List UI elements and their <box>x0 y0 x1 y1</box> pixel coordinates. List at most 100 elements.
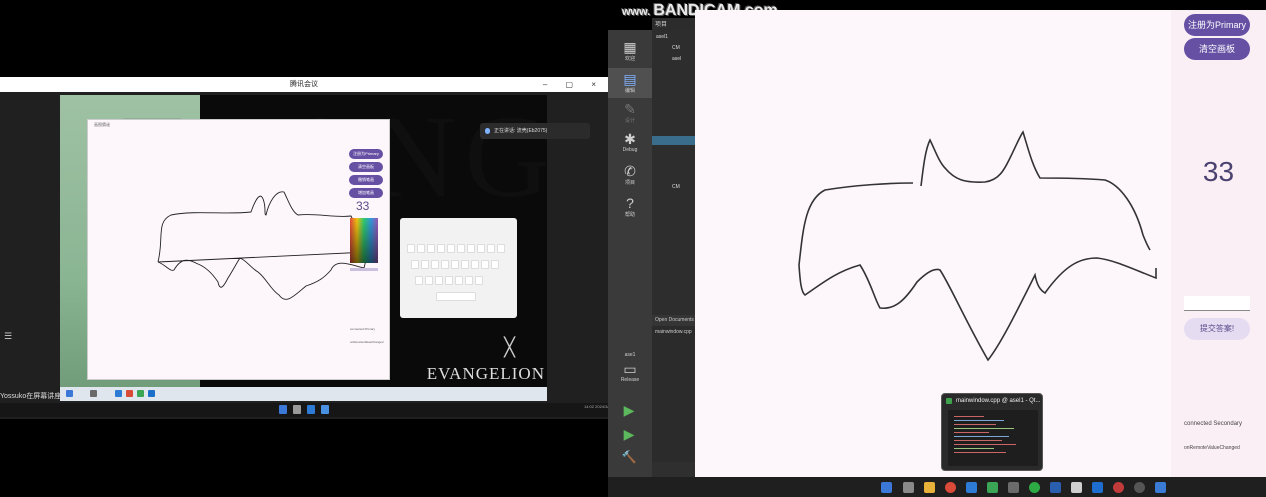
taskview-icon[interactable] <box>293 405 301 414</box>
remote-drawing-canvas[interactable] <box>136 160 376 360</box>
key[interactable] <box>491 260 499 269</box>
register-primary-button[interactable]: 注册为Primary <box>1184 14 1250 36</box>
app-icon[interactable] <box>148 390 155 397</box>
edit-icon: ▤ <box>623 71 637 87</box>
mode-help[interactable]: ? 帮助 <box>608 192 652 222</box>
key[interactable] <box>477 244 485 253</box>
key[interactable] <box>455 276 463 285</box>
key[interactable] <box>407 244 415 253</box>
spacebar-key[interactable] <box>436 292 476 301</box>
key[interactable] <box>457 244 465 253</box>
open-documents-pane: Open Documents mainwindow.cpp <box>652 315 696 463</box>
app-icon[interactable] <box>1008 482 1019 493</box>
app-icon[interactable] <box>1134 482 1145 493</box>
mic-icon <box>485 128 490 134</box>
speaking-notice-text: 正在讲话: 流壳(Eb2075) <box>494 128 548 134</box>
tree-selection <box>652 136 696 145</box>
open-documents-header: Open Documents <box>652 315 696 326</box>
remote-color-palette[interactable] <box>350 218 378 263</box>
key[interactable] <box>431 260 439 269</box>
bat-drawing <box>798 130 1157 362</box>
kit-selector[interactable]: ase1 ▭ Release <box>608 348 652 392</box>
search-icon[interactable] <box>90 390 97 397</box>
key[interactable] <box>497 244 505 253</box>
remote-bat-drawing <box>157 191 369 300</box>
key[interactable] <box>451 260 459 269</box>
key[interactable] <box>425 276 433 285</box>
key[interactable] <box>487 244 495 253</box>
help-icon: ? <box>626 195 634 211</box>
clear-canvas-button[interactable]: 清空画板 <box>1184 38 1250 60</box>
taskview-icon[interactable] <box>903 482 914 493</box>
app-icon[interactable] <box>1071 482 1082 493</box>
tree-item[interactable]: asel1 <box>656 34 668 43</box>
mode-debug[interactable]: ✱ Debug <box>608 128 652 158</box>
debug-run-icon[interactable]: ▶ <box>620 426 638 444</box>
start-icon[interactable] <box>881 482 892 493</box>
key[interactable] <box>475 276 483 285</box>
meeting-icon[interactable] <box>307 405 315 414</box>
wechat-icon[interactable] <box>1029 482 1040 493</box>
tree-item[interactable]: CM <box>672 45 680 54</box>
record-icon[interactable] <box>1113 482 1124 493</box>
design-icon: ✎ <box>624 101 636 117</box>
mode-welcome[interactable]: ▦ 欢迎 <box>608 36 652 66</box>
mode-design[interactable]: ✎ 设计 <box>608 98 652 128</box>
app-icon[interactable] <box>321 405 329 414</box>
key[interactable] <box>421 260 429 269</box>
app-icon[interactable] <box>1092 482 1103 493</box>
remote-status-connection: connected Primary <box>350 327 376 331</box>
mode-edit[interactable]: ▤ 编辑 <box>608 68 652 98</box>
remote-drawing-app[interactable]: 画图猜谜 注册为Primary 清空画板 撤销笔画 增加笔画 33 connec… <box>87 119 390 380</box>
window-controls[interactable]: – ▢ × <box>543 77 604 92</box>
key[interactable] <box>471 260 479 269</box>
mode-projects[interactable]: ✆ 项目 <box>608 160 652 190</box>
edge-icon[interactable] <box>115 390 122 397</box>
menu-icon[interactable]: ☰ <box>4 331 16 343</box>
start-icon[interactable] <box>279 405 287 414</box>
build-icon[interactable]: 🔨 <box>620 450 638 468</box>
taskbar-preview-thumbnail[interactable]: mainwindow.cpp @ asel1 - Qt... <box>941 393 1043 471</box>
submit-answer-button[interactable]: 提交答案! <box>1184 318 1250 340</box>
key[interactable] <box>465 276 473 285</box>
qt-icon[interactable] <box>987 482 998 493</box>
key[interactable] <box>427 244 435 253</box>
key[interactable] <box>415 276 423 285</box>
start-icon[interactable] <box>66 390 73 397</box>
chrome-icon[interactable] <box>945 482 956 493</box>
remote-window-title: 腾讯会议 <box>290 81 318 88</box>
mode-label: 设计 <box>624 118 635 124</box>
key[interactable] <box>461 260 469 269</box>
folder-icon[interactable] <box>924 482 935 493</box>
key[interactable] <box>437 244 445 253</box>
key[interactable] <box>467 244 475 253</box>
key[interactable] <box>445 276 453 285</box>
tree-item[interactable]: asel <box>672 56 681 65</box>
key[interactable] <box>435 276 443 285</box>
app-icon[interactable] <box>1155 482 1166 493</box>
remote-undo-button[interactable]: 撤销笔画 <box>349 175 383 185</box>
key[interactable] <box>441 260 449 269</box>
remote-width-slider[interactable] <box>350 268 378 271</box>
app-icon[interactable] <box>137 390 144 397</box>
app-icon[interactable] <box>1050 482 1061 493</box>
remote-add-button[interactable]: 增加笔画 <box>349 188 383 198</box>
remote-desktop-window: 腾讯会议 – ▢ × EVANGELION ╳ EVANGELION 画图猜谜 … <box>0 77 608 419</box>
speaking-notice: 正在讲话: 流壳(Eb2075) <box>480 123 590 139</box>
key[interactable] <box>411 260 419 269</box>
key[interactable] <box>417 244 425 253</box>
remote-clear-button[interactable]: 清空画板 <box>349 162 383 172</box>
key[interactable] <box>447 244 455 253</box>
meeting-icon[interactable] <box>966 482 977 493</box>
open-document-item[interactable]: mainwindow.cpp <box>652 329 696 335</box>
touch-keyboard[interactable] <box>400 218 517 318</box>
chrome-icon[interactable] <box>126 390 133 397</box>
mode-label: Debug <box>622 147 638 153</box>
tree-item[interactable]: CM <box>672 184 680 193</box>
answer-input[interactable] <box>1184 296 1250 311</box>
mode-label: 欢迎 <box>624 56 635 62</box>
key[interactable] <box>481 260 489 269</box>
drawing-canvas[interactable] <box>695 10 1171 477</box>
run-icon[interactable]: ▶ <box>620 402 638 420</box>
remote-primary-button[interactable]: 注册为Primary <box>349 149 383 159</box>
